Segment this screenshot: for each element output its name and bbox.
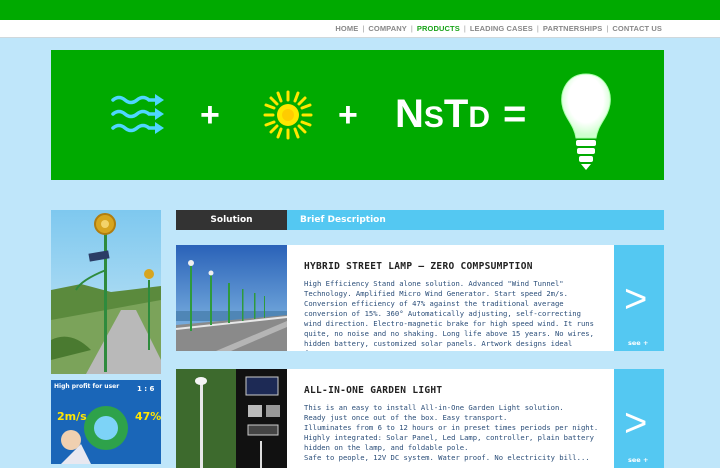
product-description: High Efficiency Stand alone solution. Ad…: [304, 279, 594, 351]
product-card-garden-light: ALL-IN-ONE GARDEN LIGHT This is an easy …: [176, 369, 664, 468]
chevron-right-icon: >: [624, 401, 648, 445]
promo-headline: High profit for user: [54, 383, 120, 390]
plus-sign-2: +: [338, 96, 358, 134]
product-description: This is an easy to install All-in-One Ga…: [304, 403, 600, 463]
description-line: This is an easy to install All-in-One Ga…: [304, 403, 564, 412]
description-line: Safe to people, 12V DC system. Water pro…: [304, 453, 590, 462]
nav-contact-us[interactable]: CONTACT US: [612, 24, 662, 33]
product-title[interactable]: HYBRID STREET LAMP – ZERO COMPSUMPTION: [304, 261, 533, 272]
nav-leading-cases[interactable]: LEADING CASES: [470, 24, 533, 33]
lightbulb-icon: [561, 73, 611, 170]
tab-brief-description[interactable]: Brief Description: [300, 210, 386, 230]
chevron-right-icon: >: [624, 277, 648, 321]
equals-sign: =: [503, 92, 527, 136]
hybrid-lamp-thumbnail[interactable]: [176, 245, 287, 351]
promo-efficiency: 47%: [135, 410, 161, 423]
see-more-label: see +: [628, 456, 649, 464]
promo-graphic: High profit for user 1 : 6 2m/s 47%: [51, 380, 161, 464]
plus-sign-1: +: [200, 96, 220, 134]
top-green-bar: [0, 0, 720, 20]
nstd-logo: NSTD: [395, 92, 491, 136]
description-line: Highly integrated: Solar Panel, Led Lamp…: [304, 433, 594, 452]
product-title[interactable]: ALL-IN-ONE GARDEN LIGHT: [304, 385, 442, 396]
see-more-button[interactable]: > see +: [614, 245, 664, 351]
wind-icon: [111, 94, 164, 134]
see-more-label: see +: [628, 339, 649, 347]
garden-light-thumbnail[interactable]: [176, 369, 287, 468]
product-tabs: Solution Brief Description: [176, 210, 664, 230]
see-more-button[interactable]: > see +: [614, 369, 664, 468]
nav-partnerships[interactable]: PARTNERSHIPS: [543, 24, 602, 33]
main-nav: HOME | COMPANY | PRODUCTS | LEADING CASES | PART…: [335, 24, 662, 33]
nav-products[interactable]: PRODUCTS: [417, 24, 460, 33]
promo-speed: 2m/s: [57, 410, 87, 423]
nav-company[interactable]: COMPANY: [368, 24, 406, 33]
promo-ratio: 1 : 6: [137, 385, 155, 393]
product-card-hybrid-street-lamp: HYBRID STREET LAMP – ZERO COMPSUMPTION H…: [176, 245, 664, 351]
description-line: Ready just once out of the box. Easy tra…: [304, 413, 508, 422]
sun-icon: [263, 90, 313, 140]
nav-home[interactable]: HOME: [335, 24, 358, 33]
description-line: Illuminates from 6 to 12 hours or in pre…: [304, 423, 599, 432]
hybrid-lamp-photo: [51, 210, 161, 374]
tab-solution[interactable]: Solution: [176, 210, 287, 230]
hero-banner: + + =: [51, 50, 664, 180]
